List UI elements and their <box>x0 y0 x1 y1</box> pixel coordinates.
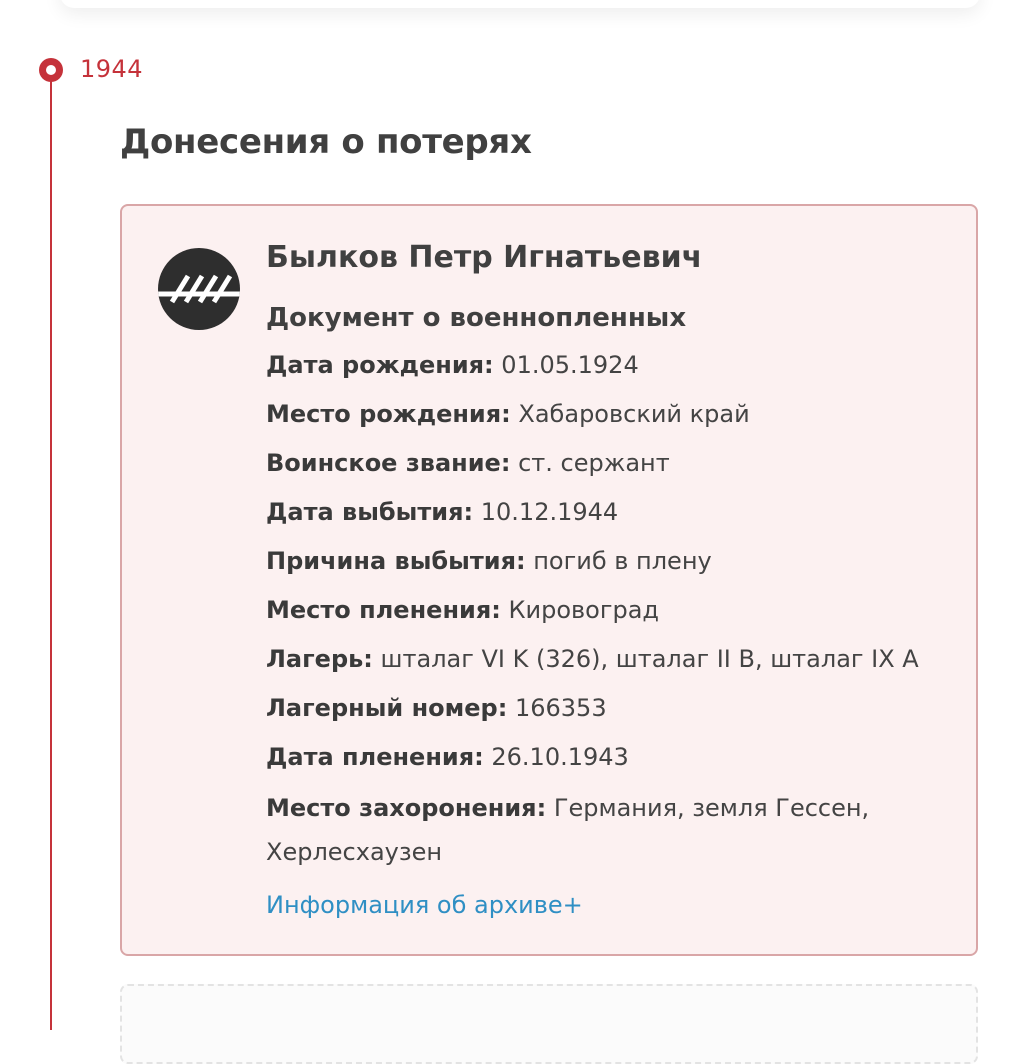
record-card: Былков Петр Игнатьевич Документ о военно… <box>120 204 978 956</box>
field-value: погиб в плену <box>533 547 712 575</box>
timeline-year: 1944 <box>80 55 144 83</box>
field-label: Причина выбытия: <box>266 547 526 575</box>
field-capture-place: Место пленения: Кировоград <box>266 590 956 630</box>
field-value: шталаг VI K (326), шталаг II B, шталаг I… <box>380 645 919 673</box>
timeline-line <box>50 70 52 1030</box>
field-value: Хабаровский край <box>518 400 750 428</box>
field-label: Место рождения: <box>266 400 511 428</box>
field-birth-date: Дата рождения: 01.05.1924 <box>266 345 956 385</box>
field-value: ст. сержант <box>518 449 670 477</box>
field-label: Место пленения: <box>266 596 501 624</box>
field-burial-place: Место захоронения: Германия, земля Гессе… <box>266 786 956 874</box>
field-label: Лагерный номер: <box>266 694 508 722</box>
field-rank: Воинское звание: ст. сержант <box>266 443 956 483</box>
next-record-card <box>120 984 978 1064</box>
field-camp: Лагерь: шталаг VI K (326), шталаг II B, … <box>266 639 956 679</box>
field-label: Дата пленения: <box>266 743 484 771</box>
field-label: Воинское звание: <box>266 449 511 477</box>
field-value: 166353 <box>514 694 607 722</box>
field-value: 26.10.1943 <box>491 743 629 771</box>
field-label: Дата рождения: <box>266 351 494 379</box>
field-value: 01.05.1924 <box>501 351 639 379</box>
previous-card-edge <box>60 0 980 8</box>
timeline-marker-icon <box>39 58 63 82</box>
memorial-logo-icon <box>158 248 240 330</box>
field-departure-reason: Причина выбытия: погиб в плену <box>266 541 956 581</box>
field-value: Кировоград <box>508 596 660 624</box>
field-label: Место захоронения: <box>266 794 547 822</box>
field-camp-number: Лагерный номер: 166353 <box>266 688 956 728</box>
field-birth-place: Место рождения: Хабаровский край <box>266 394 956 434</box>
person-name: Былков Петр Игнатьевич <box>266 240 703 275</box>
field-capture-date: Дата пленения: 26.10.1943 <box>266 737 956 777</box>
field-value: 10.12.1944 <box>480 498 619 526</box>
field-label: Дата выбытия: <box>266 498 474 526</box>
archive-info-link[interactable]: Информация об архиве+ <box>266 885 583 925</box>
section-title: Донесения о потерях <box>120 122 532 162</box>
document-type: Документ о военнопленных <box>266 303 687 333</box>
field-departure-date: Дата выбытия: 10.12.1944 <box>266 492 956 532</box>
field-label: Лагерь: <box>266 645 373 673</box>
